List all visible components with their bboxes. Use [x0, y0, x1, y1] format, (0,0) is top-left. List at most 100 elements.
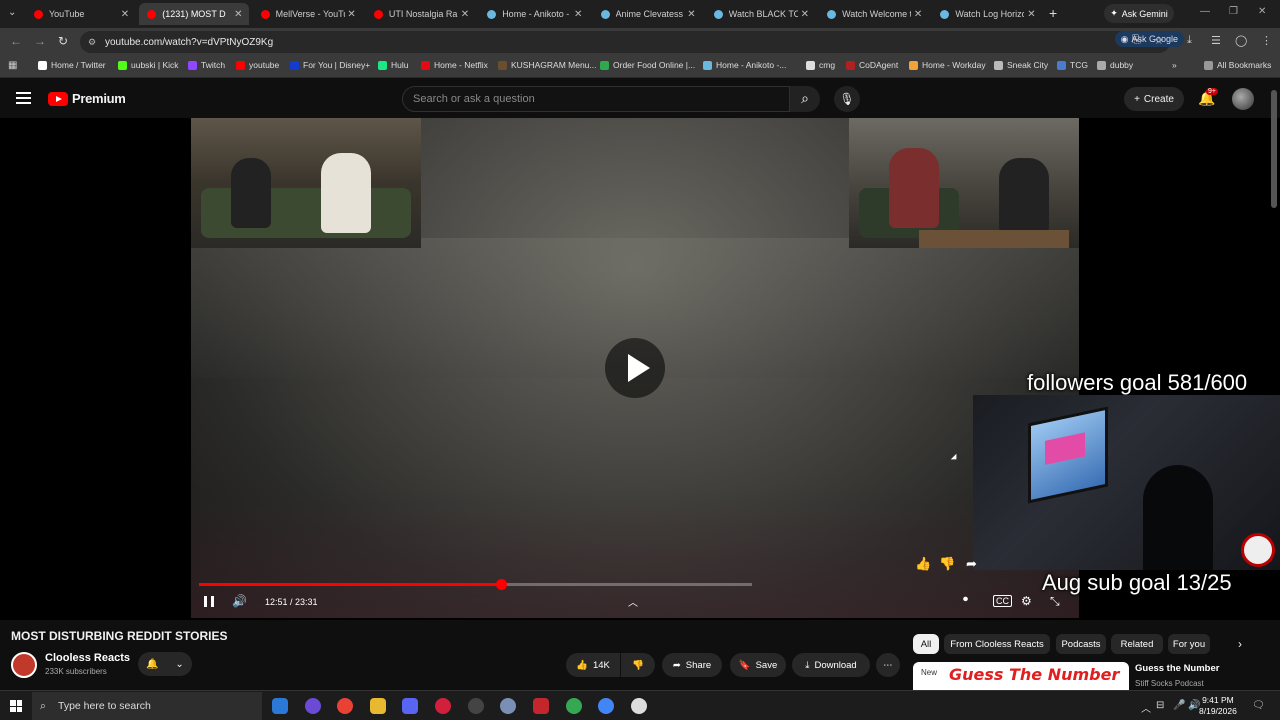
- search-button[interactable]: ⌕: [790, 86, 820, 112]
- obs-icon[interactable]: [468, 698, 484, 714]
- chips-next-arrow-icon[interactable]: ›: [1238, 637, 1242, 651]
- browser-tab[interactable]: MellVerse - YouTu ✕: [253, 3, 363, 25]
- bookmark-item[interactable]: KUSHAGRAM Menu...: [498, 60, 597, 70]
- browser-tab[interactable]: Watch Log Horizo ✕: [932, 3, 1042, 25]
- network-icon[interactable]: ⊟: [1156, 700, 1164, 711]
- reload-button[interactable]: ↻: [58, 34, 68, 48]
- browser-tab[interactable]: (1231) MOST D ✕: [139, 3, 250, 25]
- settings-gear-icon[interactable]: ⚙: [1021, 594, 1032, 608]
- bookmark-item[interactable]: Home - Netflix: [421, 60, 488, 70]
- exit-fullscreen-icon[interactable]: ⤡: [1050, 594, 1060, 609]
- save-button[interactable]: 🔖 Save: [730, 653, 786, 677]
- clock-app-icon[interactable]: [631, 698, 647, 714]
- progress-scrubber[interactable]: [495, 579, 507, 590]
- minimize-button[interactable]: —: [1200, 6, 1210, 17]
- browser-tab[interactable]: Home - Anikoto - ✕: [479, 3, 589, 25]
- amd-icon[interactable]: [533, 698, 549, 714]
- filter-chip[interactable]: Podcasts: [1056, 634, 1106, 654]
- close-tab-icon[interactable]: ✕: [458, 9, 472, 20]
- maximize-button[interactable]: ❐: [1229, 6, 1238, 17]
- bookmark-item[interactable]: Home / Twitter: [38, 60, 106, 70]
- bookmark-item[interactable]: Home - Workday: [909, 60, 986, 70]
- autoplay-toggle-icon[interactable]: ⏺: [963, 594, 968, 605]
- recommended-video-thumbnail[interactable]: New Guess The Number: [913, 662, 1129, 690]
- channel-name[interactable]: Clooless Reacts: [45, 652, 130, 664]
- bookmark-item[interactable]: Twitch: [188, 60, 225, 70]
- share-button[interactable]: ➦ Share: [662, 653, 722, 677]
- tray-chevron-icon[interactable]: ︿: [1141, 700, 1151, 715]
- bookmark-item[interactable]: Hulu: [378, 60, 408, 70]
- site-info-icon[interactable]: ⚙: [88, 37, 96, 48]
- close-tab-icon[interactable]: ✕: [571, 9, 585, 20]
- bookmark-item[interactable]: Home - Anikoto -...: [703, 60, 786, 70]
- browser-tab[interactable]: Watch BLACK TOR✕: [706, 3, 816, 25]
- notification-center-icon[interactable]: 🗨: [1252, 700, 1265, 711]
- forward-button[interactable]: →: [34, 34, 46, 48]
- captions-icon[interactable]: CC: [993, 595, 1012, 607]
- recommended-video-channel[interactable]: Stiff Socks Podcast: [1135, 679, 1204, 688]
- recommended-video-title[interactable]: Guess the Number: [1135, 663, 1219, 674]
- bookmark-item[interactable]: CoDAgent: [846, 60, 898, 70]
- youtube-premium-logo[interactable]: Premium: [48, 91, 126, 106]
- new-tab-button[interactable]: +: [1049, 5, 1057, 21]
- bookmark-item[interactable]: dubby: [1097, 60, 1133, 70]
- mic-tray-icon[interactable]: 🎤: [1173, 700, 1185, 711]
- overlay-like-icon[interactable]: 👍: [915, 556, 931, 572]
- filter-chip[interactable]: Related: [1111, 634, 1163, 654]
- tab-search-icon[interactable]: ⌄: [8, 7, 16, 18]
- more-bookmarks-icon[interactable]: »: [1172, 60, 1177, 70]
- channel-avatar[interactable]: [11, 652, 37, 678]
- big-play-button[interactable]: [605, 338, 665, 398]
- download-icon[interactable]: ⤓: [1187, 34, 1192, 47]
- hamburger-menu-icon[interactable]: [16, 92, 31, 104]
- taskbar-search-input[interactable]: ⌕ Type here to search: [32, 692, 262, 720]
- progress-bar[interactable]: [199, 579, 752, 590]
- bookmark-item[interactable]: TCG: [1057, 60, 1088, 70]
- filter-chip[interactable]: All: [913, 634, 939, 654]
- close-tab-icon[interactable]: ✕: [1024, 9, 1038, 20]
- close-tab-icon[interactable]: ✕: [685, 9, 699, 20]
- download-button[interactable]: ⤓ Download: [792, 653, 870, 677]
- browser-menu-icon[interactable]: ⋮: [1261, 34, 1272, 47]
- media-player-icon[interactable]: [435, 698, 451, 714]
- browser-tab[interactable]: UTI Nostalgia Ran ✕: [366, 3, 476, 25]
- bookmark-item[interactable]: Sneak City: [994, 60, 1048, 70]
- voice-search-button[interactable]: 🎙: [834, 86, 860, 112]
- all-bookmarks-folder[interactable]: All Bookmarks: [1204, 60, 1271, 70]
- taskbar-clock[interactable]: 9:41 PM 8/19/2026: [1199, 695, 1237, 717]
- windows-start-icon[interactable]: [10, 700, 22, 712]
- file-explorer-icon[interactable]: [370, 698, 386, 714]
- volume-icon[interactable]: 🔊: [232, 594, 247, 608]
- account-avatar[interactable]: [1232, 88, 1254, 110]
- bookmark-item[interactable]: youtube: [236, 60, 279, 70]
- cast-icon[interactable]: ⎘: [1132, 34, 1141, 47]
- like-button[interactable]: 👍 14K: [566, 653, 620, 677]
- ask-google-button[interactable]: ◉ Ask Google: [1114, 31, 1184, 47]
- overlay-share-icon[interactable]: ➦: [966, 556, 977, 572]
- page-scrollbar[interactable]: [1271, 90, 1277, 208]
- url-field[interactable]: ⚙ youtube.com/watch?v=dVPtNyOZ9Kg: [80, 31, 1170, 53]
- dislike-button[interactable]: 👎: [621, 653, 655, 677]
- bookmark-item[interactable]: For You | Disney+: [290, 60, 370, 70]
- chrome-icon[interactable]: [337, 698, 353, 714]
- chrome-profile-3-icon[interactable]: [598, 698, 614, 714]
- close-tab-icon[interactable]: ✕: [911, 9, 925, 20]
- bookmark-item[interactable]: uubski | Kick: [118, 60, 179, 70]
- more-actions-button[interactable]: ⋯: [876, 653, 900, 677]
- profile-icon[interactable]: ◯: [1235, 34, 1247, 47]
- video-player[interactable]: followers goal 581/600 👍 👎 ➦ Aug sub goa…: [0, 118, 1280, 620]
- pause-button[interactable]: [204, 596, 214, 607]
- taskbar-app-icon-2[interactable]: [305, 698, 321, 714]
- overlay-dislike-icon[interactable]: 👎: [939, 556, 955, 572]
- taskbar-app-icon-3[interactable]: [500, 698, 516, 714]
- bookmark-star-icon[interactable]: ☆: [1154, 34, 1164, 47]
- close-tab-icon[interactable]: ✕: [231, 9, 245, 20]
- chevron-up-icon[interactable]: ︿: [628, 594, 638, 609]
- browser-tab[interactable]: YouTube ✕: [26, 3, 136, 25]
- taskbar-app-icon-1[interactable]: [272, 698, 288, 714]
- close-tab-icon[interactable]: ✕: [345, 9, 359, 20]
- close-tab-icon[interactable]: ✕: [118, 9, 132, 20]
- reading-list-icon[interactable]: ☰: [1211, 34, 1221, 47]
- chrome-profile-2-icon[interactable]: [566, 698, 582, 714]
- apps-grid-icon[interactable]: ▦: [8, 60, 17, 71]
